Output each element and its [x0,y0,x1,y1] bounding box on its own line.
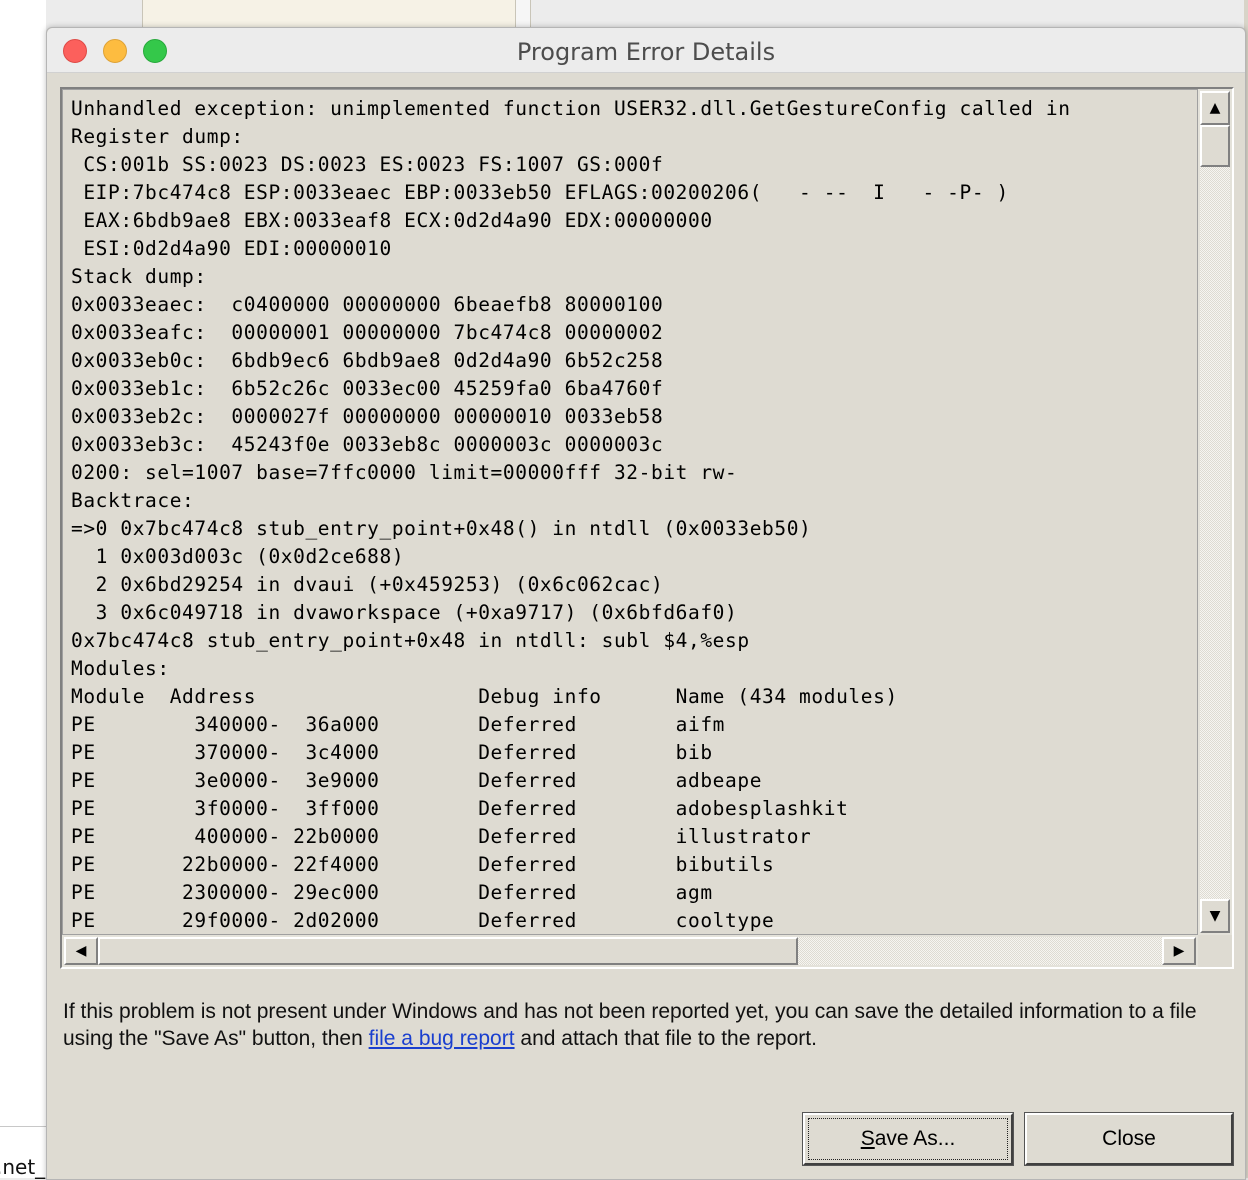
scroll-down-icon: ▼ [1209,908,1221,924]
close-label: Close [1102,1127,1156,1150]
log-line[interactable]: 3 0x6c049718 in dvaworkspace (+0xa9717) … [71,599,1197,627]
scroll-left-icon: ◀ [75,943,87,959]
log-line[interactable]: 0x0033eafc: 00000001 00000000 7bc474c8 0… [71,319,1197,347]
scroll-down-button[interactable]: ▼ [1200,899,1230,933]
background-divider [0,1126,46,1127]
scroll-up-button[interactable]: ▲ [1200,91,1230,125]
program-error-details-window: Program Error Details Unhandled exceptio… [46,27,1246,1180]
log-line[interactable]: EAX:6bdb9ae8 EBX:0033eaf8 ECX:0d2d4a90 E… [71,207,1197,235]
close-button[interactable]: Close [1024,1112,1234,1166]
log-line[interactable]: Module Address Debug info Name (434 modu… [71,683,1197,711]
vertical-scrollbar[interactable]: ▲ ▼ [1198,89,1232,935]
log-line[interactable]: ESI:0d2d4a90 EDI:00000010 [71,235,1197,263]
log-line[interactable]: PE 400000- 22b0000 Deferred illustrator [71,823,1197,851]
log-line[interactable]: Backtrace: [71,487,1197,515]
instructions-message: If this problem is not present under Win… [63,998,1233,1052]
log-line[interactable]: PE 3f0000- 3ff000 Deferred adobesplashki… [71,795,1197,823]
background-top-panel-edge [516,0,531,27]
log-line[interactable]: 1 0x003d003c (0x0d2ce688) [71,543,1197,571]
window-title: Program Error Details [516,38,776,66]
log-line[interactable]: PE 2300000- 29ec000 Deferred agm [71,879,1197,907]
log-line[interactable]: Register dump: [71,123,1197,151]
vertical-scroll-track[interactable] [1200,125,1230,899]
background-app-panel [0,0,46,1178]
message-text-after-link: and attach that file to the report. [514,1027,817,1050]
horizontal-scroll-thumb[interactable] [98,937,798,965]
log-line[interactable]: PE 29f0000- 2d02000 Deferred cooltype [71,907,1197,934]
log-line[interactable]: 0x0033eaec: c0400000 00000000 6beaefb8 8… [71,291,1197,319]
background-app-label: .net_ [0,1155,46,1179]
scroll-right-icon: ▶ [1173,943,1185,959]
log-line[interactable]: 0x0033eb1c: 6b52c26c 0033ec00 45259fa0 6… [71,375,1197,403]
error-details-textbox[interactable]: Unhandled exception: unimplemented funct… [60,87,1234,969]
scroll-right-button[interactable]: ▶ [1162,937,1196,965]
log-line[interactable]: 0x0033eb0c: 6bdb9ec6 6bdb9ae8 0d2d4a90 6… [71,347,1197,375]
log-line[interactable]: PE 340000- 36a000 Deferred aifm [71,711,1197,739]
scroll-up-icon: ▲ [1209,100,1221,116]
log-line[interactable]: 0x0033eb2c: 0000027f 00000000 00000010 0… [71,403,1197,431]
log-line[interactable]: 0x0033eb3c: 45243f0e 0033eb8c 0000003c 0… [71,431,1197,459]
log-line[interactable]: Modules: [71,655,1197,683]
log-line[interactable]: Unhandled exception: unimplemented funct… [71,95,1197,123]
log-line[interactable]: 2 0x6bd29254 in dvaui (+0x459253) (0x6c0… [71,571,1197,599]
log-line[interactable]: EIP:7bc474c8 ESP:0033eaec EBP:0033eb50 E… [71,179,1197,207]
log-line[interactable]: PE 3e0000- 3e9000 Deferred adbeape [71,767,1197,795]
scroll-left-button[interactable]: ◀ [64,937,98,965]
log-line[interactable]: =>0 0x7bc474c8 stub_entry_point+0x48() i… [71,515,1197,543]
error-details-text-area[interactable]: Unhandled exception: unimplemented funct… [62,89,1198,935]
vertical-scroll-thumb[interactable] [1200,125,1230,167]
title-bar[interactable]: Program Error Details [47,28,1245,73]
horizontal-scrollbar[interactable]: ◀ ▶ [62,935,1198,967]
log-line[interactable]: CS:001b SS:0023 DS:0023 ES:0023 FS:1007 … [71,151,1197,179]
save-as-button[interactable]: Save As... [802,1112,1014,1166]
log-line[interactable]: Stack dump: [71,263,1197,291]
log-line[interactable]: PE 370000- 3c4000 Deferred bib [71,739,1197,767]
focus-ring [808,1118,1008,1160]
log-line[interactable]: 0x7bc474c8 stub_entry_point+0x48 in ntdl… [71,627,1197,655]
background-top-panel [142,0,516,27]
scrollbar-corner [1198,935,1232,967]
error-log-text[interactable]: Unhandled exception: unimplemented funct… [63,90,1197,934]
log-line[interactable]: PE 22b0000- 22f4000 Deferred bibutils [71,851,1197,879]
file-bug-report-link[interactable]: file a bug report [369,1027,515,1050]
log-line[interactable]: 0200: sel=1007 base=7ffc0000 limit=00000… [71,459,1197,487]
